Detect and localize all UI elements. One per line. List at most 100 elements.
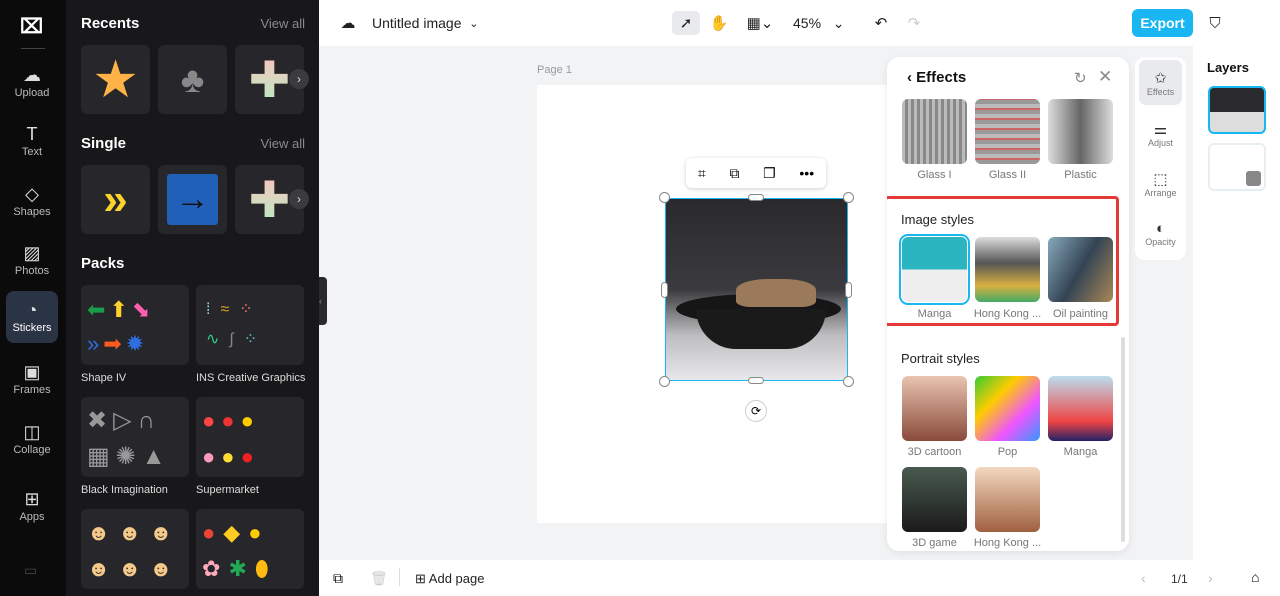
style-hong-kong[interactable]	[975, 237, 1040, 302]
effect-glass-i[interactable]	[902, 99, 967, 164]
nav-text[interactable]: T Text	[6, 115, 58, 167]
close-icon[interactable]: ✕	[1098, 67, 1112, 87]
next-page-icon[interactable]: ›	[1208, 570, 1213, 586]
nav-upload[interactable]: ☁ Upload	[6, 56, 58, 108]
portrait-label: Pop	[997, 446, 1018, 458]
stickers-panel: Recents View all ★ ♣ ✚ › Single View all…	[66, 0, 327, 596]
upload-cloud-icon: ☁	[23, 64, 41, 85]
single-title: Single	[81, 135, 127, 152]
single-view-all[interactable]: View all	[260, 136, 305, 151]
zoom-dropdown[interactable]: 45% ⌄	[793, 11, 844, 35]
effect-label: Glass II	[988, 169, 1027, 181]
single-next-button[interactable]: ›	[289, 189, 309, 209]
undo-icon[interactable]: ↶	[871, 11, 891, 35]
effect-plastic[interactable]	[1048, 99, 1113, 164]
layer-background[interactable]	[1208, 143, 1266, 191]
resize-handle[interactable]	[748, 194, 764, 201]
sticker-plant[interactable]: ♣	[158, 45, 227, 114]
redo-icon[interactable]: ↷	[904, 11, 924, 35]
effects-panel: ‹ Effects ↻ ✕ Glass I Glass II Plastic I…	[887, 57, 1129, 551]
duplicate-icon[interactable]: ❐	[763, 165, 776, 182]
export-button[interactable]: Export	[1132, 9, 1193, 37]
nav-frames[interactable]: ▣ Frames	[6, 353, 58, 405]
chevron-down-icon: ⌄	[469, 17, 479, 30]
toolbox-icon[interactable]: ⌂	[1251, 569, 1259, 585]
layout-icon[interactable]: ▦⌄	[744, 11, 776, 35]
divider	[21, 48, 45, 49]
nav-shapes[interactable]: ◇ Shapes	[6, 175, 58, 227]
portrait-hong-kong[interactable]	[975, 467, 1040, 532]
hand-tool-icon[interactable]: ✋	[707, 11, 731, 35]
style-oil-painting[interactable]	[1048, 237, 1113, 302]
pack-black-imagination[interactable]: ✖▷∩ ▦✺▲	[81, 397, 189, 477]
delete-icon[interactable]: 🗑	[370, 570, 388, 587]
pack-ins-creative[interactable]: ⁞≈⁘ ∿∫⁘	[196, 285, 304, 365]
layer-image[interactable]	[1208, 86, 1266, 134]
resize-handle[interactable]	[843, 192, 854, 203]
portrait-manga[interactable]	[1048, 376, 1113, 441]
keyboard-icon[interactable]: ▭	[24, 562, 37, 579]
effect-label: Glass I	[917, 169, 952, 181]
style-label: Oil painting	[1052, 308, 1109, 320]
sticker-arrow[interactable]: →	[158, 165, 227, 234]
pack-fruits[interactable]: ●◆● ✿✱⬮	[196, 509, 304, 589]
portrait-pop[interactable]	[975, 376, 1040, 441]
style-manga[interactable]	[899, 234, 970, 305]
resize-handle[interactable]	[659, 192, 670, 203]
select-tool-icon[interactable]: ➚	[672, 11, 700, 35]
duplicate-page-icon[interactable]: ⧉	[333, 570, 343, 587]
background-icon	[1246, 171, 1261, 186]
tool-adjust[interactable]: ⚌ Adjust	[1139, 111, 1182, 156]
resize-handle[interactable]	[659, 376, 670, 387]
frame-icon: ▣	[23, 361, 41, 382]
nav-collage[interactable]: ◫ Collage	[6, 413, 58, 465]
nav-apps[interactable]: ⊞ Apps	[6, 480, 58, 532]
shapes-icon: ◇	[25, 183, 39, 204]
tool-arrange[interactable]: ⬚ Arrange	[1139, 161, 1182, 206]
remove-background-icon[interactable]: ⧉	[729, 165, 739, 182]
recents-view-all[interactable]: View all	[260, 16, 305, 31]
pack-supermarket[interactable]: ●●● ●●●	[196, 397, 304, 477]
scrollbar[interactable]	[1121, 337, 1125, 542]
pack-label: INS Creative Graphics	[196, 372, 306, 384]
document-title[interactable]: Untitled image ⌄	[372, 11, 479, 35]
resize-handle[interactable]	[748, 377, 764, 384]
effect-glass-ii[interactable]	[975, 99, 1040, 164]
selected-image[interactable]	[665, 198, 848, 381]
portrait-label: Manga	[1063, 446, 1098, 458]
cloud-sync-icon[interactable]: ☁	[337, 11, 359, 35]
page-label: Page 1	[537, 64, 572, 76]
tool-effects[interactable]: ✩ Effects	[1139, 60, 1182, 105]
rotate-icon[interactable]: ⟳	[745, 400, 767, 422]
portrait-label: 3D cartoon	[907, 446, 962, 458]
text-icon: T	[26, 123, 38, 144]
portrait-3d-game[interactable]	[902, 467, 967, 532]
capcut-logo[interactable]: ⌧	[20, 14, 43, 39]
add-page-button[interactable]: ⊞ Add page	[415, 571, 484, 587]
crop-icon[interactable]: ⌗	[698, 165, 706, 182]
portrait-label: Hong Kong ...	[973, 537, 1042, 549]
sticker-star[interactable]: ★	[81, 45, 150, 114]
portrait-3d-cartoon[interactable]	[902, 376, 967, 441]
shield-icon[interactable]: ⛉	[1204, 11, 1226, 35]
more-icon[interactable]: •••	[799, 165, 814, 181]
context-toolbar: ⌗ ⧉ ❐ •••	[686, 158, 826, 188]
effects-back-button[interactable]: ‹ Effects	[907, 69, 966, 86]
resize-handle[interactable]	[843, 376, 854, 387]
nav-photos[interactable]: ▨ Photos	[6, 234, 58, 286]
resize-handle[interactable]	[845, 282, 852, 298]
tool-opacity[interactable]: ◐ Opacity	[1139, 211, 1182, 256]
sticker-chevrons[interactable]: »	[81, 165, 150, 234]
prev-page-icon[interactable]: ‹	[1141, 570, 1146, 586]
pack-label: Shape IV	[81, 372, 127, 384]
pack-faces[interactable]: ☻☻☻ ☻☻☻	[81, 509, 189, 589]
nav-stickers[interactable]: ◔ Stickers	[6, 291, 58, 343]
recents-next-button[interactable]: ›	[289, 69, 309, 89]
style-label: Hong Kong ...	[973, 308, 1042, 320]
portrait-styles-title: Portrait styles	[901, 351, 980, 366]
resize-handle[interactable]	[661, 282, 668, 298]
layers-panel: Layers	[1193, 46, 1280, 560]
collapse-panel-handle[interactable]: ‹	[319, 277, 327, 325]
pack-shape-iv[interactable]: ⬅⬆⬊ »➡✹	[81, 285, 189, 365]
reset-icon[interactable]: ↻	[1074, 69, 1087, 87]
